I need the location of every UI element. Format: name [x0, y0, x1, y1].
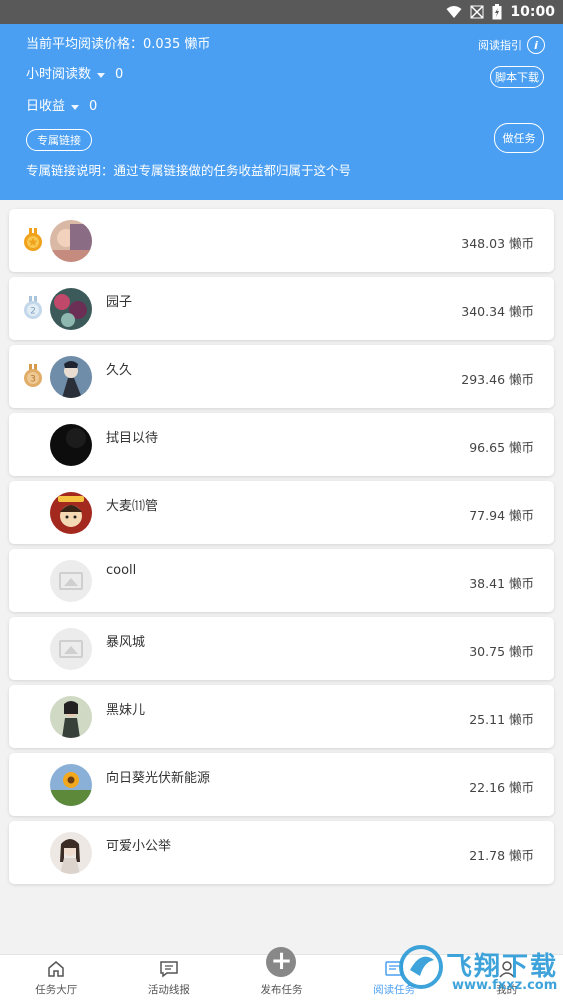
user-name: 向日葵光伏新能源 [106, 771, 211, 786]
earned-amount: 21.78 懒币 [469, 848, 534, 863]
avatar [50, 492, 92, 534]
message-icon [160, 961, 178, 978]
default-avatar-icon [50, 560, 92, 602]
avatar [50, 764, 92, 806]
earned-amount: 38.41 懒币 [469, 576, 534, 591]
earned-amount: 293.46 懒币 [461, 372, 534, 387]
earned-amount: 348.03 懒币 [461, 236, 534, 251]
user-name: 黑妹儿 [106, 703, 146, 718]
leaderboard-row[interactable]: cooll 38.41 懒币 [9, 549, 554, 612]
average-price-text: 当前平均阅读价格：0.035 懒币 [26, 37, 211, 52]
avatar [50, 356, 92, 398]
reading-guide-link[interactable]: 阅读指引 i [478, 36, 545, 54]
daily-income-selector[interactable]: 日收益 0 [26, 98, 97, 116]
leaderboard-row[interactable]: 可爱小公举 21.78 懒币 [9, 821, 554, 884]
daily-income-value: 0 [89, 99, 98, 114]
exclusive-link-button[interactable]: 专属链接 [26, 129, 92, 151]
silver-medal-icon: 2 [24, 296, 42, 319]
nav-label: 任务大厅 [35, 984, 78, 996]
leaderboard-row[interactable]: 2 园子 340.34 懒币 [9, 277, 554, 340]
earned-amount: 340.34 懒币 [461, 304, 534, 319]
dropdown-caret-icon [71, 104, 80, 110]
status-bar: 10:00 [0, 0, 563, 24]
avatar [50, 220, 92, 262]
hourly-reads-selector[interactable]: 小时阅读数 0 [26, 66, 123, 84]
leaderboard-row[interactable]: 拭目以待 96.65 懒币 [9, 413, 554, 476]
user-name: 久久 [106, 363, 133, 378]
watermark-logo-icon [399, 945, 443, 989]
hourly-reads-value: 0 [115, 67, 124, 82]
nav-label: 发布任务 [260, 984, 303, 996]
earned-amount: 30.75 懒币 [469, 644, 534, 659]
info-icon: i [527, 36, 545, 54]
avatar [50, 424, 92, 466]
dropdown-caret-icon [97, 72, 106, 78]
script-download-button[interactable]: 脚本下载 [490, 66, 544, 88]
avatar [50, 288, 92, 330]
default-avatar-icon [50, 628, 92, 670]
user-name: 拭目以待 [106, 431, 159, 446]
reading-task-header: 当前平均阅读价格：0.035 懒币 阅读指引 i 小时阅读数 0 脚本下载 日收… [0, 24, 563, 200]
exclusive-link-description: 专属链接说明：通过专属链接做的任务收益都归属于这个号 [26, 163, 352, 178]
earned-amount: 22.16 懒币 [469, 780, 534, 795]
nav-label: 活动线报 [147, 984, 190, 996]
leaderboard-row[interactable]: 大麦⑾管 77.94 懒币 [9, 481, 554, 544]
site-watermark: 飞翔下载 www.fxxz.com [398, 942, 558, 1002]
user-name: 大麦⑾管 [106, 499, 159, 514]
wifi-icon [446, 6, 462, 18]
leaderboard-row[interactable]: 黑妹儿 25.11 懒币 [9, 685, 554, 748]
leaderboard-row[interactable]: 348.03 懒币 [9, 209, 554, 272]
home-icon [48, 961, 65, 977]
leaderboard-row[interactable]: 3 久久 293.46 懒币 [9, 345, 554, 408]
earned-amount: 25.11 懒币 [469, 712, 534, 727]
user-name: 园子 [106, 295, 133, 310]
user-name: 可爱小公举 [106, 839, 172, 854]
leaderboard-row[interactable]: 向日葵光伏新能源 22.16 懒币 [9, 753, 554, 816]
battery-icon [492, 4, 502, 20]
user-name: cooll [106, 563, 137, 578]
reading-guide-label: 阅读指引 [478, 39, 522, 52]
bronze-medal-icon: 3 [24, 364, 42, 387]
svg-text:3: 3 [30, 375, 36, 385]
nav-activity-news[interactable]: 活动线报 [113, 955, 226, 1002]
earned-amount: 77.94 懒币 [469, 508, 534, 523]
daily-income-label: 日收益 [26, 99, 66, 114]
nav-task-hall[interactable]: 任务大厅 [0, 955, 113, 1002]
hourly-reads-label: 小时阅读数 [26, 67, 92, 82]
leaderboard-list: 348.03 懒币 2 园子 340.34 懒币 3 久久 293.46 懒币 … [9, 209, 554, 889]
nav-publish-task[interactable]: + 发布任务 [225, 947, 338, 1002]
plus-icon: + [266, 947, 297, 977]
signal-icon [470, 5, 484, 19]
avatar [50, 832, 92, 874]
svg-text:2: 2 [30, 307, 36, 317]
status-time: 10:00 [510, 4, 555, 20]
user-name: 暴风城 [106, 635, 146, 650]
leaderboard-row[interactable]: 暴风城 30.75 懒币 [9, 617, 554, 680]
earned-amount: 96.65 懒币 [469, 440, 534, 455]
gold-medal-icon [24, 228, 42, 251]
watermark-site: www.fxxz.com [452, 978, 558, 993]
avatar [50, 696, 92, 738]
do-task-button[interactable]: 做任务 [494, 123, 544, 153]
